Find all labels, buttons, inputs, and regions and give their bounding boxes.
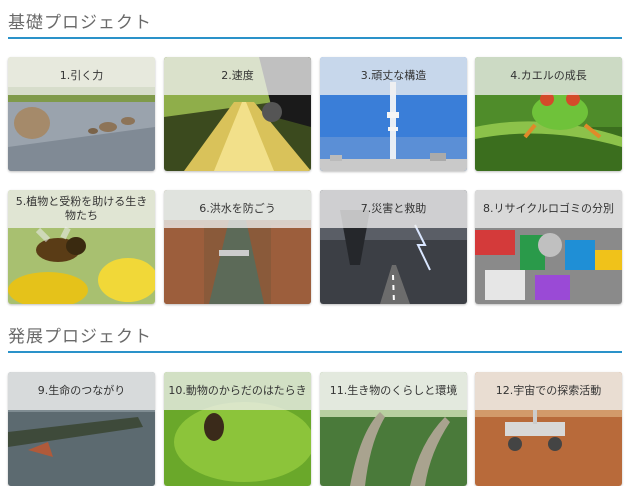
- project-card-7[interactable]: 7.災害と救助: [320, 190, 467, 304]
- project-card-12[interactable]: 12.宇宙での探索活動: [475, 372, 622, 486]
- project-card-label: 4.カエルの成長: [475, 57, 622, 95]
- project-card-10[interactable]: 10.動物のからだのはたらき: [164, 372, 311, 486]
- project-card-label: 5.植物と受粉を助ける生き物たち: [8, 190, 155, 228]
- project-card-6[interactable]: 6.洪水を防ごう: [164, 190, 311, 304]
- section-title-advanced: 発展プロジェクト: [8, 327, 152, 347]
- project-card-label: 6.洪水を防ごう: [164, 190, 311, 228]
- project-card-label: 8.リサイクルロゴミの分別: [475, 190, 622, 228]
- section-divider: [8, 37, 622, 39]
- project-card-label: 7.災害と救助: [320, 190, 467, 228]
- project-card-2[interactable]: 2.速度: [164, 57, 311, 171]
- section-title-basic: 基礎プロジェクト: [8, 13, 152, 33]
- project-card-label: 12.宇宙での探索活動: [475, 372, 622, 410]
- section-divider: [8, 351, 622, 353]
- project-card-9[interactable]: 9.生命のつながり: [8, 372, 155, 486]
- project-card-11[interactable]: 11.生き物のくらしと環境: [320, 372, 467, 486]
- project-card-1[interactable]: 1.引く力: [8, 57, 155, 171]
- project-card-5[interactable]: 5.植物と受粉を助ける生き物たち: [8, 190, 155, 304]
- project-card-label: 10.動物のからだのはたらき: [164, 372, 311, 410]
- project-card-3[interactable]: 3.頑丈な構造: [320, 57, 467, 171]
- project-card-4[interactable]: 4.カエルの成長: [475, 57, 622, 171]
- project-card-8[interactable]: 8.リサイクルロゴミの分別: [475, 190, 622, 304]
- project-card-label: 9.生命のつながり: [8, 372, 155, 410]
- project-card-label: 11.生き物のくらしと環境: [320, 372, 467, 410]
- project-card-label: 1.引く力: [8, 57, 155, 95]
- project-card-label: 2.速度: [164, 57, 311, 95]
- project-card-label: 3.頑丈な構造: [320, 57, 467, 95]
